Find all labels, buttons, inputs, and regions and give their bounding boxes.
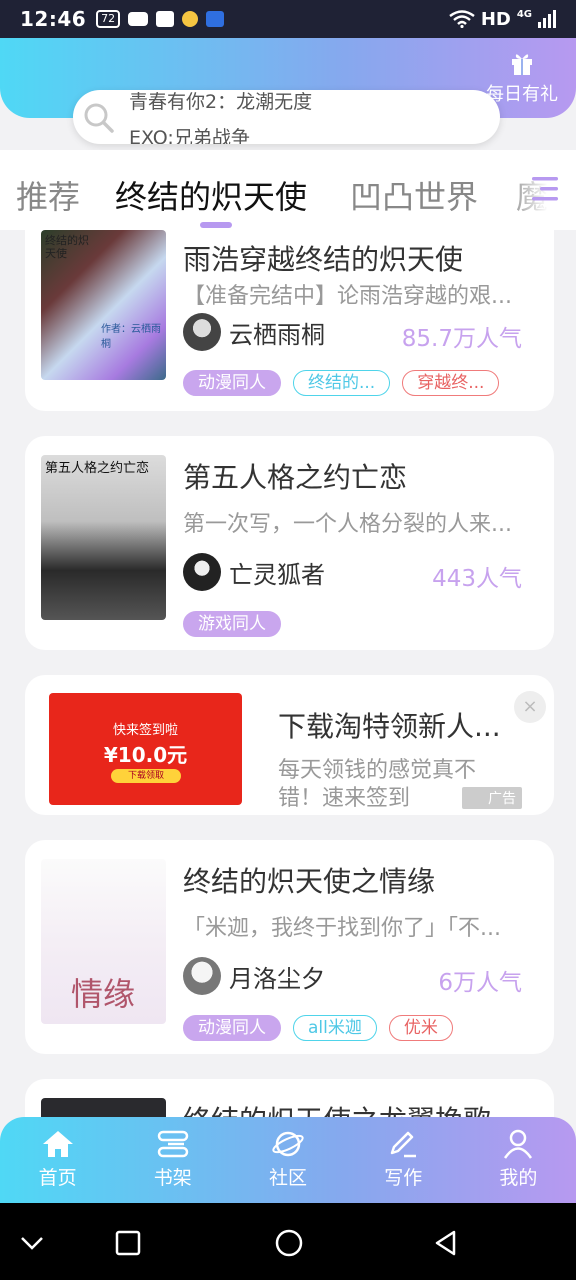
ad-image-button: 下载领取: [111, 769, 181, 783]
book-card[interactable]: 终结的炽天使 作者：云栖雨桐 雨浩穿越终结的炽天使 【准备完结中】论雨浩穿越的艰…: [25, 230, 554, 411]
book-card[interactable]: 第五人格之约亡恋 第五人格之约亡恋 第一次写，一个人格分裂的人来... 亡灵狐者…: [25, 436, 554, 650]
ad-card[interactable]: 快来签到啦 ¥10.0元 下载领取 下载淘特领新人... 每天领钱的感觉真不错！…: [25, 675, 554, 815]
wifi-icon: [449, 10, 475, 28]
network-gen: 4G: [516, 8, 532, 20]
ad-close-button[interactable]: ×: [514, 691, 546, 723]
book-author: 亡灵狐者: [183, 553, 325, 591]
cover-title: 第五人格之约亡恋: [45, 461, 150, 476]
home-icon: [42, 1131, 73, 1157]
tag[interactable]: 穿越终...: [402, 370, 500, 396]
nav-bookshelf-label: 书架: [153, 1167, 192, 1189]
book-author: 云栖雨桐: [183, 313, 325, 351]
book-title: 雨浩穿越终结的炽天使: [183, 243, 464, 276]
daily-gift-button[interactable]: 每日有礼: [482, 50, 562, 106]
cover-author: 作者：云栖雨桐: [101, 324, 161, 350]
book-card[interactable]: 情缘 终结的炽天使之情缘 「米迦，我终于找到你了」「不... 月洛尘夕 6万人气…: [25, 840, 554, 1054]
avatar: [183, 553, 221, 591]
bottom-nav: 首页 书架 社区 写作 我的: [0, 1117, 576, 1203]
network-type: HD: [480, 8, 511, 30]
tag[interactable]: all米迦: [293, 1015, 377, 1041]
daily-gift-label: 每日有礼: [486, 84, 558, 105]
nav-community[interactable]: 社区: [230, 1117, 345, 1203]
book-cover: 第五人格之约亡恋: [41, 455, 166, 620]
system-nav-bar: [0, 1203, 576, 1280]
tab-indicator: [200, 222, 232, 228]
book-feed: 终结的炽天使 作者：云栖雨桐 雨浩穿越终结的炽天使 【准备完结中】论雨浩穿越的艰…: [0, 230, 576, 1117]
nav-bookshelf[interactable]: 书架: [115, 1117, 230, 1203]
cover-title: 情缘: [71, 975, 136, 1013]
tag-list: 游戏同人: [183, 611, 281, 637]
author-name: 月洛尘夕: [229, 964, 325, 993]
book-author: 月洛尘夕: [183, 957, 325, 995]
category-tabs: 推荐 终结的炽天使 凹凸世界 魔道: [0, 150, 576, 230]
tag[interactable]: 动漫同人: [183, 1015, 281, 1041]
cover-title: 终结的炽天使: [45, 234, 89, 260]
chevron-down-icon[interactable]: [18, 1229, 46, 1257]
status-time: 12:46: [20, 7, 87, 31]
chat-icon: [156, 11, 175, 27]
tag[interactable]: 动漫同人: [183, 370, 281, 396]
avatar: [183, 313, 221, 351]
book-desc: 第一次写，一个人格分裂的人来...: [183, 512, 512, 537]
book-cover: 情缘: [41, 859, 166, 1024]
status-bar: 12:46 72 HD 4G: [0, 0, 576, 38]
tag[interactable]: 优米: [388, 1015, 453, 1041]
tab-seraph[interactable]: 终结的炽天使: [115, 172, 307, 218]
home-circle-icon[interactable]: [274, 1229, 304, 1259]
message-icon: [128, 12, 149, 26]
sun-icon: [182, 11, 199, 27]
nav-write-label: 写作: [384, 1167, 423, 1189]
search-hint-scroller: 青春有你2：龙潮无度 EXO:兄弟战争: [129, 90, 312, 144]
book-desc: 「米迦，我终于找到你了」「不...: [183, 916, 501, 941]
ad-image-line1: 快来签到啦: [112, 723, 178, 738]
ad-image: 快来签到啦 ¥10.0元 下载领取: [49, 693, 242, 805]
app-notification-icon: [206, 11, 225, 27]
book-desc: 【准备完结中】论雨浩穿越的艰...: [183, 284, 512, 309]
tag-list: 动漫同人 终结的... 穿越终...: [183, 370, 500, 396]
ad-image-amount: ¥10.0元: [103, 743, 188, 767]
nav-profile-label: 我的: [499, 1167, 538, 1189]
search-hint-2: EXO:兄弟战争: [129, 127, 250, 144]
nav-home[interactable]: 首页: [0, 1117, 115, 1203]
book-title: 第五人格之约亡恋: [183, 461, 408, 494]
tab-ao-tu-world[interactable]: 凹凸世界: [350, 172, 478, 218]
popularity: 443人气: [432, 566, 522, 592]
nav-community-label: 社区: [269, 1167, 308, 1189]
gift-icon: [512, 54, 532, 75]
book-card[interactable]: 终结的炽天使之龙翼挽歌: [25, 1079, 554, 1117]
search-bar[interactable]: 青春有你2：龙潮无度 EXO:兄弟战争: [73, 90, 500, 144]
user-icon: [504, 1129, 533, 1159]
tag-list: 动漫同人 all米迦 优米: [183, 1015, 453, 1041]
planet-icon: [272, 1131, 304, 1157]
tag[interactable]: 终结的...: [293, 370, 391, 396]
status-right: HD 4G: [449, 9, 556, 30]
pen-icon: [390, 1131, 417, 1158]
recents-icon[interactable]: [114, 1229, 142, 1257]
tag[interactable]: 游戏同人: [183, 611, 281, 637]
category-menu-icon[interactable]: [530, 174, 560, 204]
tab-recommend[interactable]: 推荐: [16, 172, 80, 218]
book-title: 终结的炽天使之情缘: [183, 865, 436, 898]
back-triangle-icon[interactable]: [432, 1229, 460, 1257]
nav-write[interactable]: 写作: [346, 1117, 461, 1203]
signal-icon: [538, 10, 556, 28]
popularity: 6万人气: [438, 970, 522, 996]
search-hint-1: 青春有你2：龙潮无度: [129, 91, 313, 113]
book-cover: 终结的炽天使 作者：云栖雨桐: [41, 230, 166, 380]
nav-home-label: 首页: [38, 1167, 77, 1189]
author-name: 亡灵狐者: [229, 560, 325, 589]
battery-icon: 72: [96, 10, 121, 28]
ad-badge: 广告: [462, 787, 522, 809]
popularity: 85.7万人气: [401, 326, 522, 352]
book-cover: [41, 1098, 166, 1117]
author-name: 云栖雨桐: [229, 320, 325, 349]
book-title: 终结的炽天使之龙翼挽歌: [183, 1099, 491, 1117]
ad-title: 下载淘特领新人...: [278, 710, 501, 743]
avatar: [183, 957, 221, 995]
search-icon: [84, 103, 114, 133]
bookshelf-icon: [157, 1130, 189, 1158]
nav-profile[interactable]: 我的: [461, 1117, 576, 1203]
